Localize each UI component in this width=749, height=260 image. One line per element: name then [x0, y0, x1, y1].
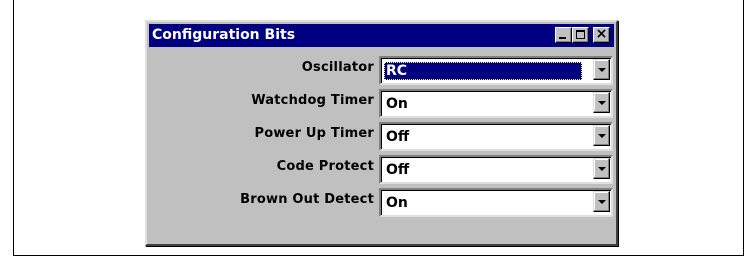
- code-protect-value: Off: [386, 162, 410, 178]
- setting-row-watchdog-timer: Watchdog Timer On: [149, 88, 614, 118]
- setting-row-code-protect: Code Protect Off: [149, 154, 614, 184]
- title-bar[interactable]: Configuration Bits ×: [149, 24, 614, 47]
- brown-out-detect-select[interactable]: On: [379, 188, 613, 217]
- code-protect-label: Code Protect: [276, 159, 374, 174]
- close-button[interactable]: ×: [593, 26, 610, 43]
- setting-row-oscillator: Oscillator RC: [149, 55, 614, 85]
- brown-out-detect-dropdown-button[interactable]: [593, 191, 610, 212]
- minimize-icon: [559, 37, 566, 39]
- chevron-down-icon: [598, 68, 606, 72]
- window-title: Configuration Bits: [152, 27, 296, 43]
- watchdog-timer-label: Watchdog Timer: [251, 93, 374, 108]
- power-up-timer-dropdown-button[interactable]: [593, 125, 610, 146]
- oscillator-select[interactable]: RC: [379, 56, 613, 85]
- chevron-down-icon: [598, 167, 606, 171]
- watchdog-timer-select[interactable]: On: [379, 89, 613, 118]
- chevron-down-icon: [598, 101, 606, 105]
- setting-row-brown-out-detect: Brown Out Detect On: [149, 187, 614, 217]
- oscillator-value: RC: [384, 62, 582, 80]
- watchdog-timer-value: On: [386, 96, 408, 112]
- close-icon: ×: [595, 26, 608, 42]
- oscillator-dropdown-button[interactable]: [593, 59, 610, 80]
- maximize-icon: [576, 30, 585, 39]
- chevron-down-icon: [598, 200, 606, 204]
- code-protect-select[interactable]: Off: [379, 155, 613, 184]
- minimize-button[interactable]: [555, 27, 572, 43]
- setting-row-power-up-timer: Power Up Timer Off: [149, 121, 614, 151]
- brown-out-detect-value: On: [386, 195, 408, 211]
- power-up-timer-label: Power Up Timer: [254, 126, 374, 141]
- brown-out-detect-label: Brown Out Detect: [240, 192, 374, 207]
- oscillator-label: Oscillator: [301, 60, 374, 75]
- maximize-button[interactable]: [572, 27, 589, 43]
- power-up-timer-value: Off: [386, 129, 410, 145]
- code-protect-dropdown-button[interactable]: [593, 158, 610, 179]
- chevron-down-icon: [598, 134, 606, 138]
- watchdog-timer-dropdown-button[interactable]: [593, 92, 610, 113]
- configuration-bits-window: Configuration Bits × Oscillator RC Watch…: [145, 20, 618, 246]
- power-up-timer-select[interactable]: Off: [379, 122, 613, 151]
